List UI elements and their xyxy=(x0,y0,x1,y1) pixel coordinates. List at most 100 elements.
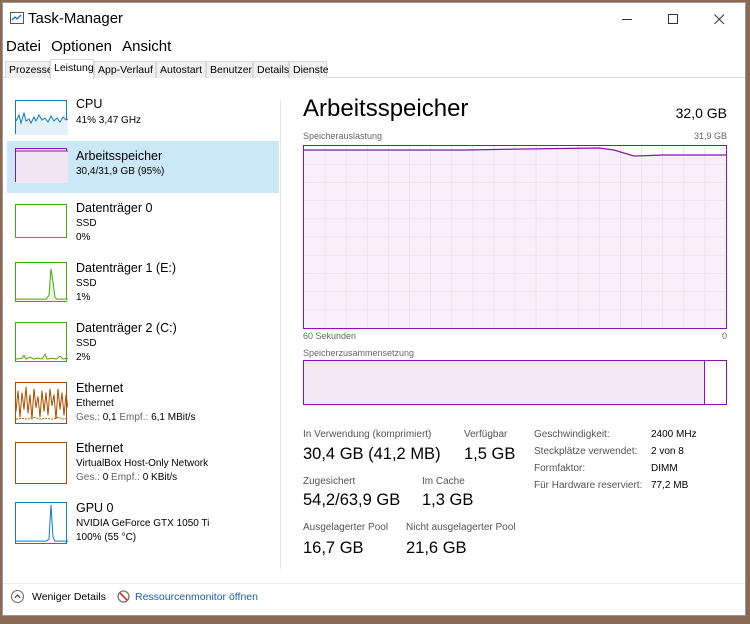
tab-prozesse[interactable]: Prozesse xyxy=(5,61,53,78)
sidebar-item-cpu[interactable]: CPU 41% 3,47 GHz xyxy=(7,93,279,147)
sidebar-item-title: Arbeitsspeicher xyxy=(76,149,163,163)
sent-value: 0,1 xyxy=(102,412,117,423)
in-use-value: 30,4 GB (41,2 MB) xyxy=(303,445,441,463)
sent-label: Ges.: xyxy=(76,412,100,423)
tab-app-verlauf[interactable]: App-Verlauf xyxy=(94,61,156,78)
composition-label: Speicherzusammensetzung xyxy=(303,348,415,358)
sidebar-item-detail: 2% xyxy=(76,352,91,363)
close-icon xyxy=(714,14,725,25)
sidebar-item-type: Ethernet xyxy=(76,398,114,409)
form-factor-value: DIMM xyxy=(651,463,678,474)
sidebar-item-title: Ethernet xyxy=(76,381,124,395)
sidebar-item-gpu-0[interactable]: GPU 0 NVIDIA GeForce GTX 1050 Ti 100% (5… xyxy=(7,497,279,551)
graph-time-span: 60 Sekunden xyxy=(303,331,357,341)
minimize-button[interactable] xyxy=(605,7,651,33)
minimize-icon xyxy=(622,19,632,20)
sidebar-item-detail: 1% xyxy=(76,292,91,303)
memory-composition-bar xyxy=(303,360,727,405)
graph-max: 31,9 GB xyxy=(693,131,727,141)
sidebar-item-datentraeger-2[interactable]: Datenträger 2 (C:) SSD 2% xyxy=(7,317,279,371)
maximize-button[interactable] xyxy=(651,7,697,33)
sidebar-item-detail: 0% xyxy=(76,232,91,243)
resource-sidebar: CPU 41% 3,47 GHz Arbeitsspeicher 30,4/31… xyxy=(7,93,279,563)
window-title: Task-Manager xyxy=(28,10,124,27)
close-button[interactable] xyxy=(697,7,743,33)
nonpaged-pool-value: 21,6 GB xyxy=(406,539,467,557)
cached-label: Im Cache xyxy=(422,476,465,487)
slots-label: Steckplätze verwendet: xyxy=(534,446,638,457)
ethernet-thumbnail-graph xyxy=(15,382,68,424)
maximize-icon xyxy=(668,14,678,24)
sent-value: 0 xyxy=(102,472,109,483)
sidebar-item-type: NVIDIA GeForce GTX 1050 Ti xyxy=(76,518,210,529)
page-title: Arbeitsspeicher xyxy=(303,95,469,122)
sidebar-item-arbeitsspeicher[interactable]: Arbeitsspeicher 30,4/31,9 GB (95%) xyxy=(7,141,279,193)
tab-autostart[interactable]: Autostart xyxy=(156,61,206,78)
speed-label: Geschwindigkeit: xyxy=(534,429,610,440)
disk0-thumbnail-graph xyxy=(15,204,67,238)
tab-dienste[interactable]: Dienste xyxy=(289,61,329,78)
resource-monitor-link[interactable]: Ressourcenmonitor öffnen xyxy=(135,591,258,603)
task-manager-app-icon xyxy=(10,12,24,24)
sidebar-item-detail: 100% (55 °C) xyxy=(76,532,137,543)
tab-details[interactable]: Details xyxy=(253,61,289,78)
sent-label: Ges.: xyxy=(76,472,100,483)
paged-pool-value: 16,7 GB xyxy=(303,539,364,557)
memory-detail-pane: Arbeitsspeicher 32,0 GB Speicherauslastu… xyxy=(303,95,727,565)
less-details-button[interactable]: Weniger Details xyxy=(32,591,106,603)
disk1-thumbnail-graph xyxy=(15,262,68,302)
sidebar-item-title: CPU xyxy=(76,97,103,111)
sidebar-item-ethernet-2[interactable]: Ethernet VirtualBox Host-Only Network Ge… xyxy=(7,437,279,491)
paged-pool-label: Ausgelagerter Pool xyxy=(303,522,389,533)
sidebar-item-detail: 30,4/31,9 GB (95%) xyxy=(76,166,165,177)
memory-usage-graph xyxy=(303,145,727,329)
memory-thumbnail-graph xyxy=(15,148,68,183)
task-manager-window: Task-Manager Datei Optionen Ansicht Proz… xyxy=(2,2,746,616)
available-value: 1,5 GB xyxy=(464,445,516,463)
total-memory: 32,0 GB xyxy=(675,105,727,121)
received-label: Empf.: xyxy=(111,472,140,483)
sidebar-item-title: Datenträger 1 (E:) xyxy=(76,261,177,275)
sidebar-item-datentraeger-0[interactable]: Datenträger 0 SSD 0% xyxy=(7,197,279,251)
sidebar-item-type: SSD xyxy=(76,218,97,229)
received-value: 6,1 MBit/s xyxy=(151,412,196,423)
sidebar-item-title: Ethernet xyxy=(76,441,124,455)
form-factor-label: Formfaktor: xyxy=(534,463,586,474)
sidebar-item-ethernet-1[interactable]: Ethernet Ethernet Ges.: 0,1 Empf.: 6,1 M… xyxy=(7,377,279,431)
usage-area xyxy=(304,148,726,328)
sidebar-item-title: Datenträger 0 xyxy=(76,201,153,215)
sidebar-item-detail: 41% 3,47 GHz xyxy=(76,115,142,126)
committed-value: 54,2/63,9 GB xyxy=(303,491,401,509)
resource-monitor-icon xyxy=(117,590,130,603)
graph-label: Speicherauslastung xyxy=(303,131,383,141)
sidebar-item-title: Datenträger 2 (C:) xyxy=(76,321,177,335)
sidebar-item-detail: Ges.: 0,1 Empf.: 6,1 MBit/s xyxy=(76,412,196,423)
hardware-reserved-label: Für Hardware reserviert: xyxy=(534,480,643,491)
tab-benutzer[interactable]: Benutzer xyxy=(206,61,253,78)
panel-separator xyxy=(280,99,281,569)
ethernet-virtualbox-thumbnail-graph xyxy=(15,442,67,484)
committed-label: Zugesichert xyxy=(303,476,356,487)
composition-in-use xyxy=(304,361,705,404)
received-value: 0 KBit/s xyxy=(142,472,178,483)
menu-optionen[interactable]: Optionen xyxy=(48,36,114,58)
tab-bar: Prozesse Leistung App-Verlauf Autostart … xyxy=(3,59,745,79)
tab-leistung[interactable]: Leistung xyxy=(50,59,94,79)
chevron-up-icon[interactable] xyxy=(11,590,24,603)
sidebar-item-type: VirtualBox Host-Only Network xyxy=(76,458,209,469)
sidebar-item-datentraeger-1[interactable]: Datenträger 1 (E:) SSD 1% xyxy=(7,257,279,311)
menu-datei[interactable]: Datei xyxy=(3,36,43,58)
disk2-thumbnail-graph xyxy=(15,322,68,362)
slots-value: 2 von 8 xyxy=(651,446,684,457)
sidebar-item-title: GPU 0 xyxy=(76,501,114,515)
menu-ansicht[interactable]: Ansicht xyxy=(119,36,173,58)
title-bar[interactable]: Task-Manager xyxy=(3,3,745,35)
cached-value: 1,3 GB xyxy=(422,491,474,509)
cpu-thumbnail-graph xyxy=(15,100,68,135)
sidebar-item-type: SSD xyxy=(76,278,97,289)
received-label: Empf.: xyxy=(119,412,149,423)
menu-bar: Datei Optionen Ansicht xyxy=(3,36,745,58)
nonpaged-pool-label: Nicht ausgelagerter Pool xyxy=(406,522,516,533)
gpu-thumbnail-graph xyxy=(15,502,68,544)
speed-value: 2400 MHz xyxy=(651,429,697,440)
